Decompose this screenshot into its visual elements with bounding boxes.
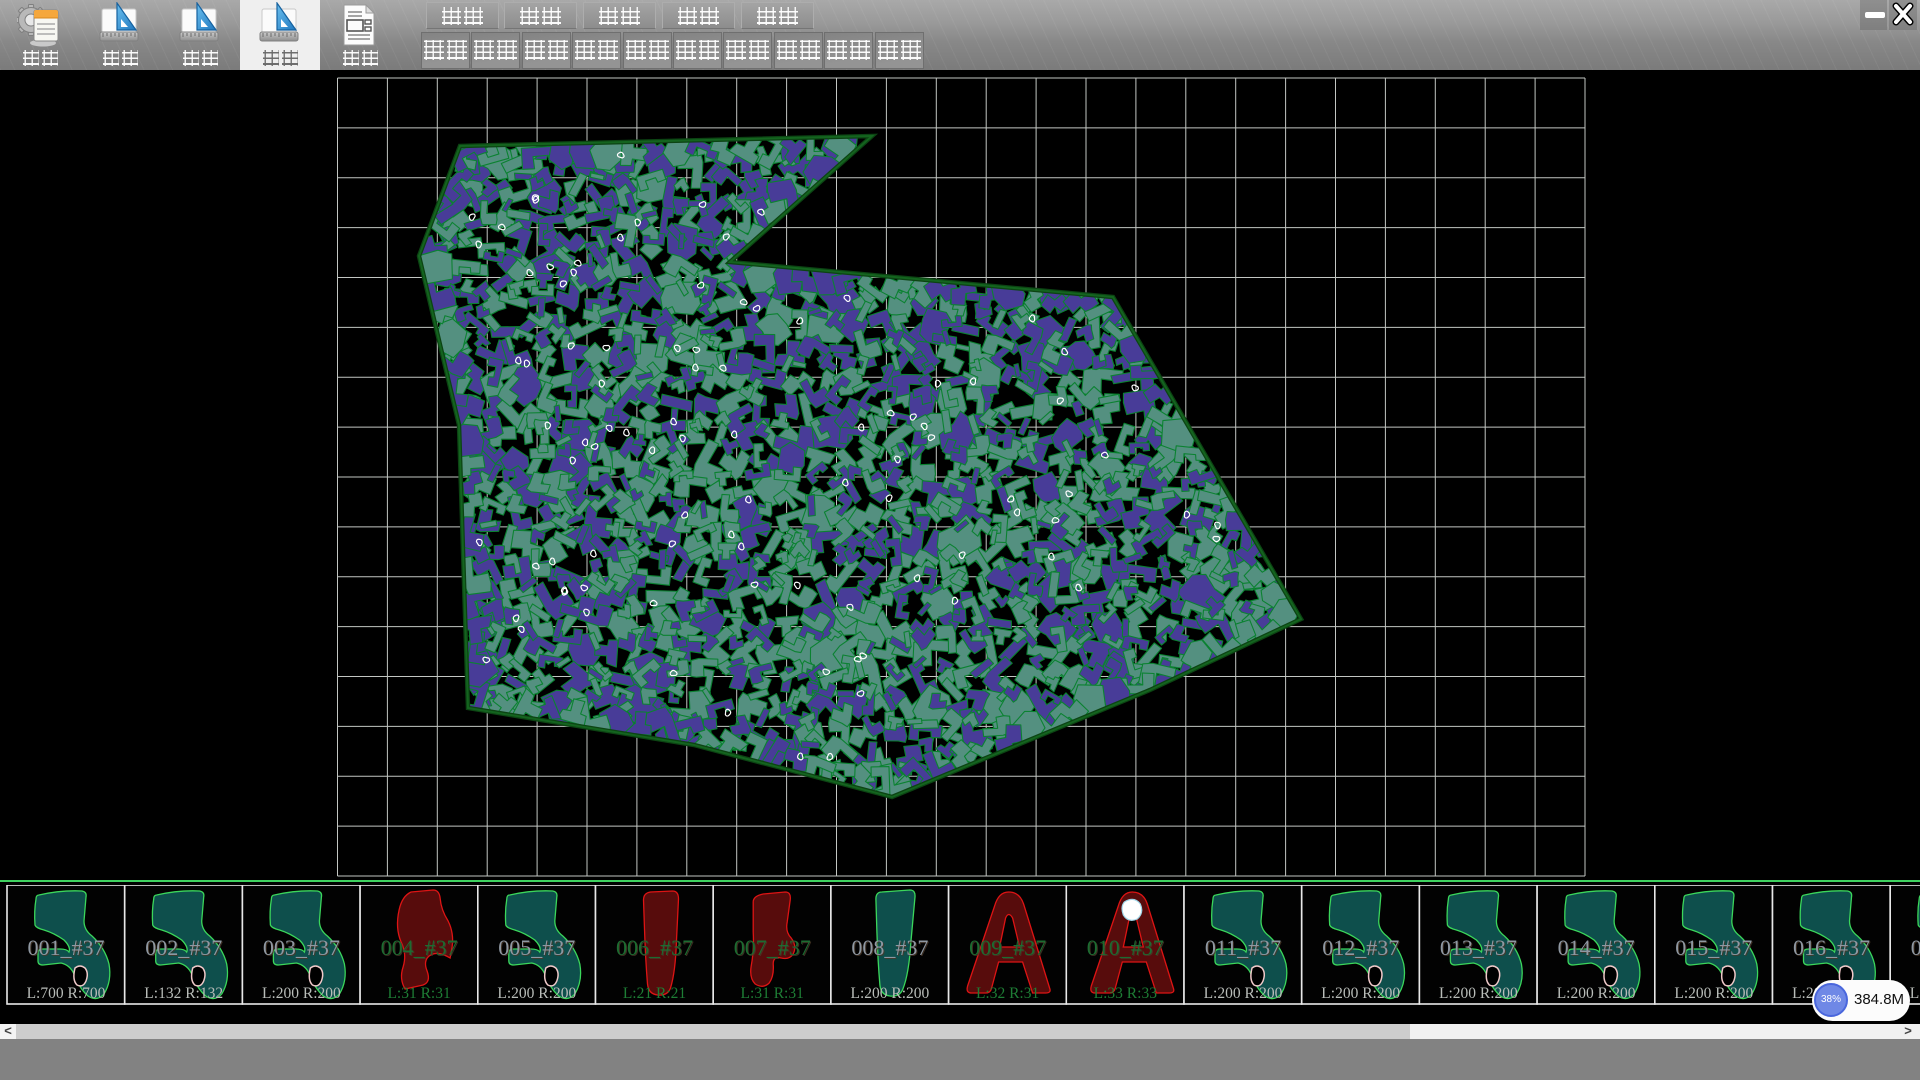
svg-text:L:31 R:31: L:31 R:31	[741, 985, 804, 1002]
svg-text:L:200 R:200: L:200 R:200	[1204, 985, 1283, 1002]
svg-text:L:200 R:200: L:200 R:200	[497, 985, 576, 1002]
svg-text:L:132 R:132: L:132 R:132	[144, 985, 223, 1002]
svg-text:L:200 R:200: L:200 R:200	[1910, 985, 1920, 1002]
svg-text:012_#37: 012_#37	[1322, 935, 1399, 960]
svg-text:L:31 R:31: L:31 R:31	[387, 985, 450, 1002]
svg-text:L:200 R:200: L:200 R:200	[262, 985, 341, 1002]
svg-text:003_#37: 003_#37	[263, 935, 340, 960]
svg-text:015_#37: 015_#37	[1675, 935, 1752, 960]
svg-text:L:200 R:200: L:200 R:200	[1321, 985, 1400, 1002]
svg-text:010_#37: 010_#37	[1087, 935, 1164, 960]
svg-text:008_#37: 008_#37	[851, 935, 928, 960]
svg-text:011_#37: 011_#37	[1205, 935, 1281, 960]
svg-text:L:200 R:200: L:200 R:200	[1674, 985, 1753, 1002]
svg-text:013_#37: 013_#37	[1440, 935, 1517, 960]
svg-text:L:200 R:200: L:200 R:200	[1557, 985, 1636, 1002]
svg-text:014_#37: 014_#37	[1558, 935, 1635, 960]
svg-text:005_#37: 005_#37	[498, 935, 575, 960]
svg-text:L:33 R:33: L:33 R:33	[1094, 985, 1158, 1002]
svg-text:017_#37: 017_#37	[1911, 935, 1920, 960]
svg-text:002_#37: 002_#37	[145, 935, 222, 960]
svg-text:016_#37: 016_#37	[1793, 935, 1870, 960]
svg-text:007_#37: 007_#37	[734, 935, 811, 960]
svg-text:009_#37: 009_#37	[969, 935, 1046, 960]
svg-text:006_#37: 006_#37	[616, 935, 693, 960]
svg-text:004_#37: 004_#37	[381, 935, 458, 960]
svg-text:L:200 R:200: L:200 R:200	[851, 985, 930, 1002]
svg-text:L:21 R:21: L:21 R:21	[623, 985, 686, 1002]
svg-text:L:200 R:200: L:200 R:200	[1439, 985, 1518, 1002]
svg-text:L:700 R:700: L:700 R:700	[27, 985, 106, 1002]
svg-text:L:32 R:31: L:32 R:31	[976, 985, 1039, 1002]
svg-text:001_#37: 001_#37	[28, 935, 105, 960]
